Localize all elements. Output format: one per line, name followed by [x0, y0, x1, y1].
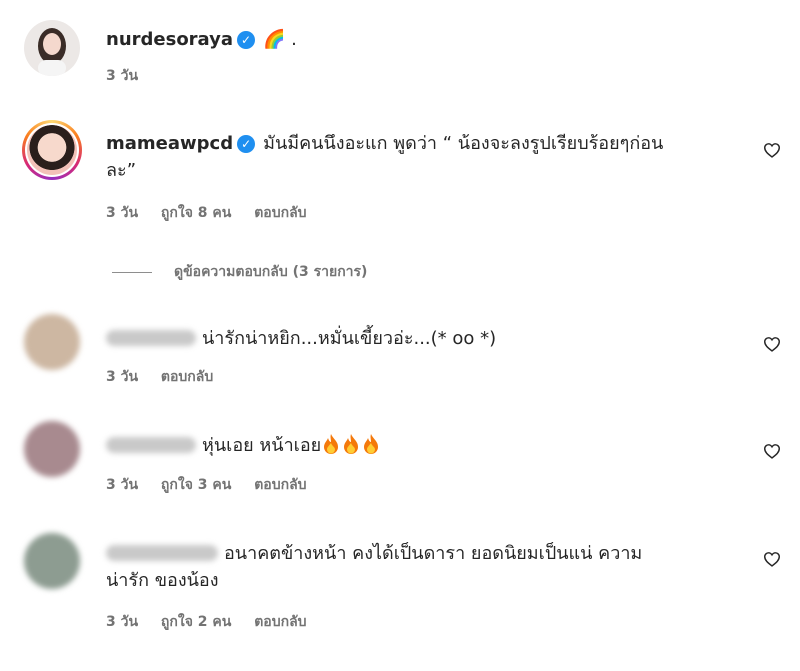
comment-text-line2: น่ารัก ของน้อง	[106, 570, 219, 591]
reply-button[interactable]: ตอบกลับ	[254, 614, 306, 630]
username[interactable]: mameawpcd	[106, 133, 233, 154]
like-button[interactable]	[762, 140, 782, 160]
comment-text-line1: อนาคตข้างหน้า คงได้เป็นดารา ยอดนิยมเป็นแ…	[224, 543, 643, 564]
comment-meta: 3 วัน ถูกใจ 8 คน ตอบกลับ	[106, 204, 325, 222]
verified-badge-icon: ✓	[237, 31, 256, 49]
likes-count[interactable]: ถูกใจ 2 คน	[161, 614, 231, 630]
comment-body: อนาคตข้างหน้า คงได้เป็นดารา ยอดนิยมเป็นแ…	[106, 540, 746, 594]
likes-count[interactable]: ถูกใจ 8 คน	[161, 205, 231, 221]
comment-text: น่ารักน่าหยิก...หมั่นเขี้ยวอ่ะ...(* oo *…	[202, 328, 497, 349]
comment-body: mameawpcd ✓ มันมีคนนึงอะแก พูดว่า “ น้องจะ…	[106, 130, 746, 184]
comment-body: nurdesoraya ✓ 🌈 .	[106, 26, 746, 53]
reply-button[interactable]: ตอบกลับ	[161, 369, 213, 385]
avatar-blurred[interactable]	[24, 314, 80, 370]
username-blurred[interactable]	[106, 330, 196, 346]
timestamp[interactable]: 3 วัน	[106, 68, 138, 84]
verified-badge-icon: ✓	[237, 135, 256, 153]
comment-text-line2: ละ”	[106, 160, 137, 181]
avatar-blurred[interactable]	[24, 421, 80, 477]
heart-outline-icon	[763, 552, 781, 567]
avatar-nurdesoraya[interactable]	[24, 20, 80, 76]
reply-button[interactable]: ตอบกลับ	[254, 205, 306, 221]
comment-meta: 3 วัน ถูกใจ 2 คน ตอบกลับ	[106, 613, 325, 631]
heart-outline-icon	[763, 444, 781, 459]
avatar-blurred[interactable]	[24, 533, 80, 589]
comment-body: หุ่นเอย หน้าเอย	[106, 432, 746, 459]
comment-text: หุ่นเอย หน้าเอย	[202, 435, 322, 456]
reply-button[interactable]: ตอบกลับ	[254, 477, 306, 493]
view-replies-label: ดูข้อความตอบกลับ (3 รายการ)	[174, 264, 368, 280]
timestamp[interactable]: 3 วัน	[106, 369, 138, 385]
divider-line	[112, 271, 152, 273]
like-button[interactable]	[762, 441, 782, 461]
username[interactable]: nurdesoraya	[106, 29, 233, 50]
comment-meta: 3 วัน ถูกใจ 3 คน ตอบกลับ	[106, 476, 325, 494]
timestamp[interactable]: 3 วัน	[106, 477, 138, 493]
comment-text-line1: มันมีคนนึงอะแก พูดว่า “ น้องจะลงรูปเรียบ…	[263, 133, 664, 154]
heart-outline-icon	[763, 143, 781, 158]
timestamp[interactable]: 3 วัน	[106, 205, 138, 221]
username-blurred[interactable]	[106, 437, 196, 453]
comment-text: 🌈 .	[263, 29, 297, 50]
view-replies-button[interactable]: ดูข้อความตอบกลับ (3 รายการ)	[112, 262, 367, 282]
fire-emoji-icon	[321, 434, 381, 456]
avatar-image	[27, 125, 77, 175]
comment-meta: 3 วัน ตอบกลับ	[106, 368, 231, 386]
timestamp[interactable]: 3 วัน	[106, 614, 138, 630]
username-blurred[interactable]	[106, 545, 218, 561]
comment-body: น่ารักน่าหยิก...หมั่นเขี้ยวอ่ะ...(* oo *…	[106, 325, 746, 352]
like-button[interactable]	[762, 334, 782, 354]
comment-meta: 3 วัน	[106, 67, 156, 85]
heart-outline-icon	[763, 337, 781, 352]
like-button[interactable]	[762, 549, 782, 569]
avatar-image	[24, 20, 80, 76]
avatar-mameawpcd[interactable]	[22, 120, 82, 180]
likes-count[interactable]: ถูกใจ 3 คน	[161, 477, 231, 493]
